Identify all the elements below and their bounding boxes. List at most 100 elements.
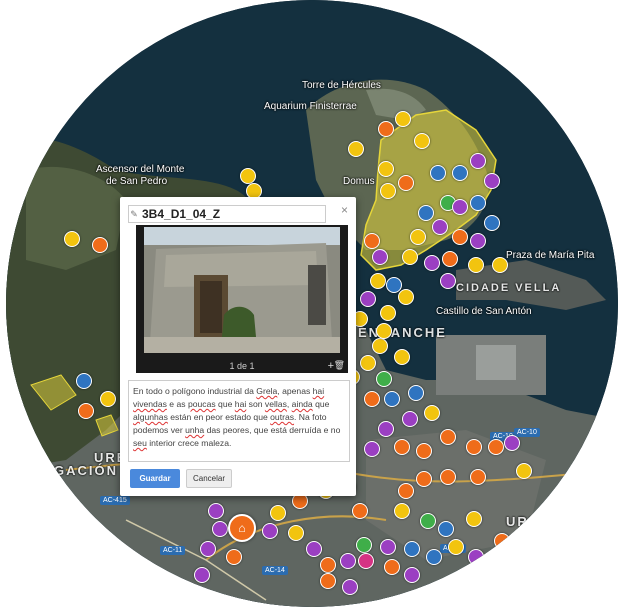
map-marker[interactable] <box>226 549 242 565</box>
map-marker[interactable] <box>420 513 436 529</box>
map-marker[interactable] <box>364 441 380 457</box>
map-marker[interactable] <box>340 553 356 569</box>
map-marker[interactable] <box>64 231 80 247</box>
map-marker[interactable] <box>440 273 456 289</box>
map-marker[interactable] <box>404 541 420 557</box>
map-marker[interactable] <box>320 557 336 573</box>
map-marker[interactable] <box>194 567 210 583</box>
map-marker[interactable] <box>76 373 92 389</box>
map-marker[interactable] <box>452 165 468 181</box>
map-marker[interactable] <box>488 439 504 455</box>
map-marker[interactable] <box>384 391 400 407</box>
map-marker[interactable] <box>262 523 278 539</box>
label-urb-right: URB <box>506 514 541 529</box>
map-marker[interactable] <box>468 257 484 273</box>
map-marker[interactable] <box>414 133 430 149</box>
map-marker[interactable] <box>200 541 216 557</box>
map-marker[interactable] <box>376 323 392 339</box>
map-marker[interactable] <box>440 429 456 445</box>
map-marker[interactable] <box>416 443 432 459</box>
map-marker[interactable] <box>208 503 224 519</box>
map-marker[interactable] <box>306 541 322 557</box>
map-marker[interactable] <box>348 141 364 157</box>
trash-icon[interactable]: 🗑 <box>334 360 345 371</box>
map-marker[interactable] <box>438 521 454 537</box>
map-marker[interactable] <box>320 573 336 589</box>
description-textarea[interactable]: En todo o polígono industrial da Grela, … <box>128 380 350 462</box>
title-field[interactable]: ✎ 3B4_D1_04_Z <box>128 205 326 223</box>
map-marker[interactable] <box>402 249 418 265</box>
selected-pin[interactable]: ⌂ <box>228 514 256 542</box>
map-marker[interactable] <box>470 195 486 211</box>
map-marker[interactable] <box>384 559 400 575</box>
map-marker[interactable] <box>372 249 388 265</box>
map-marker[interactable] <box>288 525 304 541</box>
map-marker[interactable] <box>440 469 456 485</box>
label-ascensor-1: Ascensor del Monte <box>96 164 185 175</box>
map-marker[interactable] <box>466 439 482 455</box>
map-marker[interactable] <box>504 435 520 451</box>
map-marker[interactable] <box>370 273 386 289</box>
edit-icon: ✎ <box>130 208 138 219</box>
map-marker[interactable] <box>466 511 482 527</box>
map-marker[interactable] <box>352 503 368 519</box>
map-marker[interactable] <box>484 173 500 189</box>
close-icon[interactable]: × <box>341 203 348 217</box>
map-marker[interactable] <box>356 537 372 553</box>
map-marker[interactable] <box>270 505 286 521</box>
map-marker[interactable] <box>78 403 94 419</box>
map-marker[interactable] <box>470 153 486 169</box>
map-marker[interactable] <box>394 503 410 519</box>
map-marker[interactable] <box>92 237 108 253</box>
map-marker[interactable] <box>452 229 468 245</box>
map-marker[interactable] <box>408 385 424 401</box>
map-marker[interactable] <box>364 391 380 407</box>
map-marker[interactable] <box>380 305 396 321</box>
map-marker[interactable] <box>430 165 446 181</box>
map-marker[interactable] <box>342 579 358 595</box>
map-marker[interactable] <box>372 338 388 354</box>
map-marker[interactable] <box>410 229 426 245</box>
map-marker[interactable] <box>484 215 500 231</box>
map-marker[interactable] <box>494 533 510 549</box>
map-marker[interactable] <box>470 233 486 249</box>
map-marker[interactable] <box>424 405 440 421</box>
map-marker[interactable] <box>418 205 434 221</box>
feature-title[interactable]: 3B4_D1_04_Z <box>139 207 220 221</box>
map-marker[interactable] <box>378 121 394 137</box>
map-marker[interactable] <box>398 175 414 191</box>
map-marker[interactable] <box>416 471 432 487</box>
map-marker[interactable] <box>212 521 228 537</box>
map-marker[interactable] <box>516 463 532 479</box>
map-marker[interactable] <box>358 553 374 569</box>
map-marker[interactable] <box>394 349 410 365</box>
map-marker[interactable] <box>240 168 256 184</box>
map-marker[interactable] <box>380 183 396 199</box>
map-marker[interactable] <box>432 219 448 235</box>
map-marker[interactable] <box>360 355 376 371</box>
map-marker[interactable] <box>360 291 376 307</box>
map-marker[interactable] <box>394 439 410 455</box>
cancel-button[interactable]: Cancelar <box>186 469 232 488</box>
map-marker[interactable] <box>404 567 420 583</box>
map-marker[interactable] <box>378 421 394 437</box>
map-marker[interactable] <box>442 251 458 267</box>
map-marker[interactable] <box>402 411 418 427</box>
map-marker[interactable] <box>398 483 414 499</box>
map-marker[interactable] <box>448 539 464 555</box>
map-marker[interactable] <box>468 549 484 565</box>
map-marker[interactable] <box>380 539 396 555</box>
map-marker[interactable] <box>378 161 394 177</box>
save-button[interactable]: Guardar <box>130 469 180 488</box>
map-marker[interactable] <box>100 391 116 407</box>
map-marker[interactable] <box>470 469 486 485</box>
map-marker[interactable] <box>426 549 442 565</box>
road-shield: AC-11 <box>160 546 186 555</box>
map-marker[interactable] <box>424 255 440 271</box>
map-marker[interactable] <box>364 233 380 249</box>
map-marker[interactable] <box>376 371 392 387</box>
map-marker[interactable] <box>492 257 508 273</box>
map-marker[interactable] <box>452 199 468 215</box>
map-marker[interactable] <box>395 111 411 127</box>
map-marker[interactable] <box>398 289 414 305</box>
